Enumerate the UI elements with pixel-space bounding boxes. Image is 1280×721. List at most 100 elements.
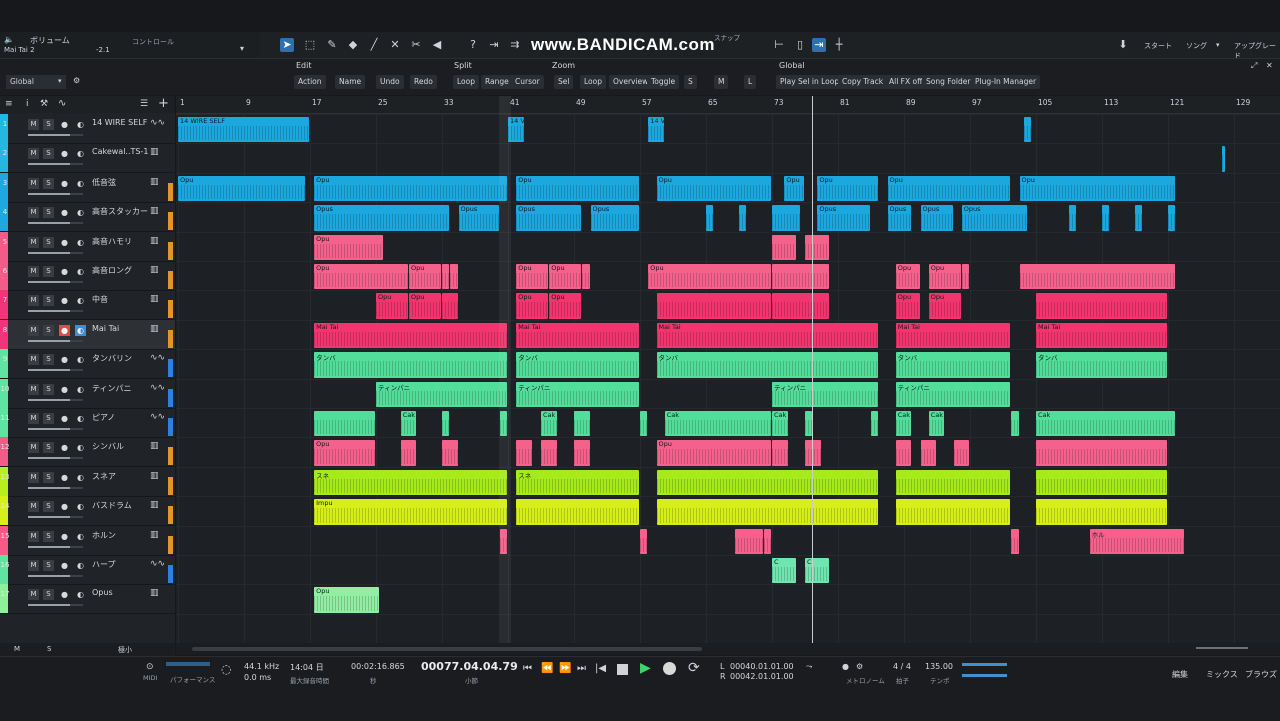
clip[interactable] — [772, 293, 829, 319]
clip[interactable]: Opus — [314, 205, 450, 231]
solo-button[interactable]: S — [43, 177, 54, 189]
close-icon[interactable]: ✕ — [1266, 61, 1273, 70]
tab-browse[interactable]: ブラウズ — [1245, 669, 1277, 680]
stop-icon[interactable] — [617, 664, 628, 675]
monitor-icon[interactable]: ◐ — [75, 178, 86, 189]
monitor-icon[interactable]: ◐ — [75, 237, 86, 248]
track-name[interactable]: 低音弦 — [92, 177, 148, 188]
mute-button[interactable]: M — [28, 589, 39, 601]
record-arm-icon[interactable]: ● — [59, 324, 70, 336]
track-name[interactable]: 中音 — [92, 294, 148, 305]
clip[interactable]: Cak — [895, 411, 912, 437]
clip[interactable]: タンバ — [656, 352, 879, 378]
track-header-15[interactable]: 15 M S ● ◐ ホルン ▥ — [0, 525, 175, 556]
clip[interactable] — [1036, 293, 1167, 319]
solo-button[interactable]: S — [43, 207, 54, 219]
instrument-chip[interactable] — [168, 300, 173, 319]
tab-edit[interactable]: 編集 — [1172, 669, 1188, 680]
clip[interactable] — [450, 264, 458, 290]
clip[interactable] — [953, 440, 969, 466]
clip[interactable] — [442, 293, 458, 319]
range-tool-icon[interactable]: ⬚ — [303, 38, 317, 52]
record-arm-icon[interactable]: ● — [59, 178, 70, 189]
monitor-icon[interactable]: ◐ — [75, 119, 86, 130]
solo-button[interactable]: S — [43, 589, 54, 601]
clip[interactable] — [442, 440, 458, 466]
play-sel-in-loop-button[interactable]: Play Sel in Loop — [776, 75, 844, 89]
plugin-manager-button[interactable]: Plug-In Manager — [971, 75, 1041, 89]
mute-button[interactable]: M — [28, 266, 39, 277]
clip[interactable]: Opus — [817, 205, 870, 231]
redo-button[interactable]: Redo — [410, 75, 437, 89]
time-signature[interactable]: 4 / 4 — [893, 662, 911, 671]
clip[interactable]: Opu — [784, 175, 804, 202]
track-name[interactable]: ピアノ — [92, 412, 148, 423]
clip[interactable] — [1168, 205, 1176, 231]
inspector-icon[interactable]: i — [26, 99, 29, 109]
record-arm-icon[interactable]: ● — [59, 295, 70, 306]
monitor-icon[interactable]: ◐ — [75, 266, 86, 277]
solo-button[interactable]: S — [43, 295, 54, 307]
clip[interactable]: Cak — [400, 411, 417, 437]
solo-button[interactable]: S — [43, 442, 54, 454]
solo-button[interactable]: S — [43, 119, 54, 130]
mute-button[interactable]: M — [28, 501, 39, 513]
track-header-14[interactable]: 14 M S ● ◐ バスドラム ▥ — [0, 496, 175, 527]
mute-button[interactable]: M — [28, 383, 39, 395]
monitor-icon[interactable]: ◐ — [75, 354, 86, 365]
track-name[interactable]: ティンパニ — [92, 383, 148, 394]
zoom-toggle-button[interactable]: Toggle — [647, 75, 680, 89]
monitor-icon[interactable]: ◐ — [75, 384, 86, 395]
clip[interactable] — [739, 205, 747, 231]
record-arm-icon[interactable]: ● — [59, 472, 70, 483]
settings-gear-icon[interactable]: ⚙ — [73, 76, 80, 85]
clip[interactable]: タンバ — [895, 352, 1011, 378]
instrument-chip[interactable] — [168, 447, 173, 466]
return-to-zero-icon[interactable]: ⏮ — [523, 663, 532, 674]
name-button[interactable]: Name — [335, 75, 366, 89]
tab-song[interactable]: ソング — [1186, 41, 1207, 51]
fast-forward-icon[interactable]: ⏩ — [559, 663, 571, 674]
clip[interactable]: スネ — [314, 469, 507, 496]
split-loop-button[interactable]: Loop — [453, 75, 479, 89]
clip[interactable]: Opu — [928, 293, 961, 319]
audio-device-icon[interactable]: ◌ — [221, 662, 231, 676]
clip[interactable] — [574, 411, 590, 437]
mute-button[interactable]: M — [28, 207, 39, 219]
loop-region[interactable] — [499, 96, 511, 643]
clip[interactable] — [400, 440, 417, 466]
clip[interactable]: Opu — [314, 234, 384, 260]
clip[interactable] — [895, 469, 1011, 496]
solo-button[interactable]: S — [43, 413, 54, 424]
tab-start[interactable]: スタート — [1144, 41, 1172, 51]
track-name[interactable]: タンバリン — [92, 353, 148, 364]
copy-track-button[interactable]: Copy Track — [838, 75, 888, 89]
clip[interactable] — [734, 528, 763, 554]
clip[interactable] — [640, 528, 648, 554]
clip[interactable]: Opu — [656, 440, 771, 466]
clip[interactable] — [1023, 117, 1031, 143]
clip[interactable]: Opu — [656, 175, 771, 202]
volume-value[interactable]: -2.1 — [96, 46, 110, 54]
metronome-icon[interactable]: ● — [842, 662, 849, 671]
record-arm-icon[interactable]: ● — [59, 560, 70, 571]
record-arm-icon[interactable]: ● — [59, 531, 70, 542]
clip[interactable]: Opus — [516, 205, 582, 231]
monitor-icon[interactable]: ◐ — [75, 413, 86, 424]
song-folder-button[interactable]: Song Folder — [922, 75, 975, 89]
precount-icon[interactable]: ⤳ — [806, 662, 812, 672]
mute-button[interactable]: M — [28, 236, 39, 248]
zoom-s-button[interactable]: S — [684, 75, 697, 89]
clip[interactable] — [1036, 469, 1167, 496]
track-header-1[interactable]: 1 M S ● ◐ 14 WIRE SELF ∿∿ — [0, 114, 175, 144]
clip[interactable]: Opus — [920, 205, 953, 231]
track-name[interactable]: シンバル — [92, 441, 148, 452]
record-arm-icon[interactable]: ● — [59, 589, 70, 600]
clip[interactable]: C — [772, 558, 796, 584]
clip[interactable]: Mai Tai — [516, 322, 639, 349]
automation-icon[interactable]: ∿ — [58, 98, 66, 109]
clip[interactable]: ティンパニ — [516, 381, 639, 407]
global-mute-button[interactable]: M — [14, 645, 20, 653]
mute-button[interactable]: M — [28, 119, 39, 130]
loop-start-value[interactable]: 00040.01.01.00 — [730, 662, 794, 671]
